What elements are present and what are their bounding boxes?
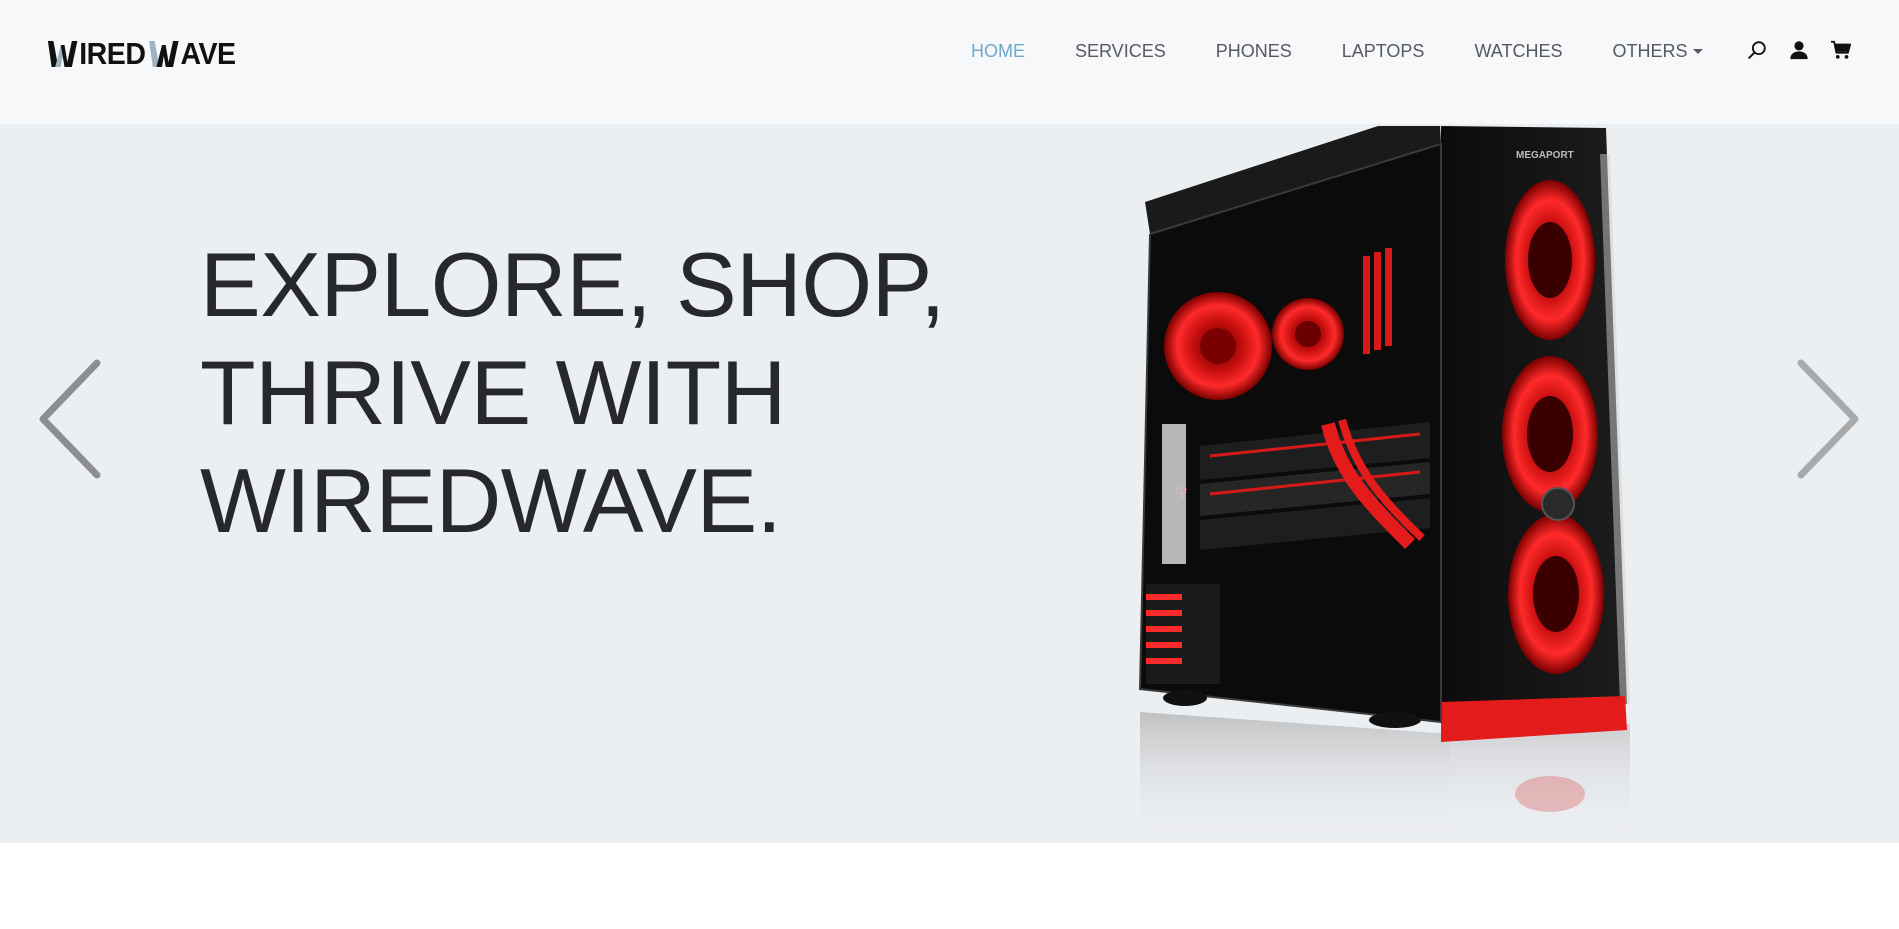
nav-services[interactable]: SERVICES [1075, 41, 1166, 62]
carousel-next-button[interactable] [1793, 359, 1863, 479]
hero-headline: EXPLORE, SHOP, THRIVE WITH WIREDWAVE. [200, 232, 960, 556]
nav-home[interactable]: HOME [971, 41, 1025, 62]
hero-headline-line-2: THRIVE WITH [200, 343, 786, 444]
nav-phones-label: PHONES [1215, 40, 1292, 61]
search-icon[interactable] [1745, 38, 1769, 62]
logo-w-mark [47, 39, 78, 69]
case-brand-label: MEGAPORT [1516, 150, 1574, 161]
chevron-left-icon [39, 359, 101, 479]
nav-others-dropdown[interactable]: OTHERS [1612, 40, 1704, 62]
nav-others-label: OTHERS [1612, 40, 1688, 61]
logo-text-2: AVE [180, 36, 236, 71]
logo-text-1: IRED [79, 36, 146, 71]
hero-headline-line-1: EXPLORE, SHOP, [200, 235, 945, 336]
wiredwave-logo[interactable]: IRED AVE [47, 36, 236, 72]
caret-down-icon [1693, 49, 1704, 54]
nav-watches[interactable]: WATCHES [1474, 41, 1562, 62]
gaming-pc-image: MEGAPORT [1130, 124, 1630, 843]
cart-icon[interactable] [1829, 38, 1853, 62]
nav-laptops-label: LAPTOPS [1341, 40, 1425, 61]
logo-w-mark-2 [148, 39, 179, 69]
nav-home-label: HOME [971, 40, 1025, 61]
hero-carousel: EXPLORE, SHOP, THRIVE WITH WIREDWAVE. ME… [0, 124, 1899, 843]
nav-watches-label: WATCHES [1474, 40, 1563, 61]
nav-laptops[interactable]: LAPTOPS [1342, 41, 1425, 62]
user-icon[interactable] [1787, 38, 1811, 62]
chevron-right-icon [1797, 359, 1859, 479]
carousel-prev-button[interactable] [35, 359, 105, 479]
header-actions [1745, 38, 1871, 62]
nav-phones[interactable]: PHONES [1216, 41, 1292, 62]
hero-headline-line-3: WIREDWAVE. [200, 451, 782, 552]
main-nav: HOME SERVICES PHONES LAPTOPS WATCHES OTH… [971, 0, 1753, 102]
site-header: IRED AVE HOME SERVICES PHONES LAPTOPS WA… [0, 0, 1899, 124]
nav-services-label: SERVICES [1075, 40, 1166, 61]
